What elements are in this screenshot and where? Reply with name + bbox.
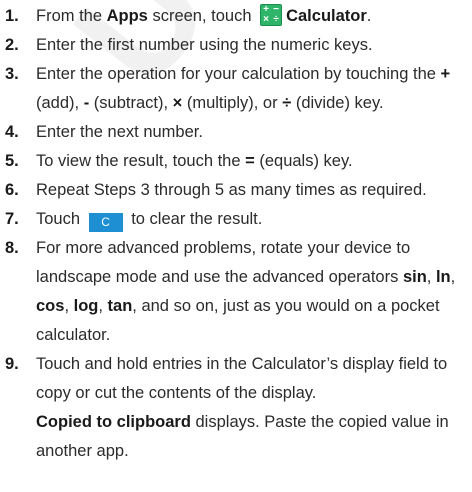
step-number: 8.	[5, 239, 19, 257]
add-operator: +	[440, 65, 451, 83]
divide-operator: ÷	[282, 94, 292, 112]
step-6: 6. Repeat Steps 3 through 5 as many time…	[0, 176, 472, 205]
calculator-app-icon: + − × ÷	[260, 4, 283, 26]
step-text: Enter the next number.	[36, 123, 203, 141]
step-number: 7.	[5, 210, 19, 228]
step-text: Repeat Steps 3 through 5 as many times a…	[36, 181, 427, 199]
step-5: 5. To view the result, touch the = (equa…	[0, 147, 472, 176]
step-9-result-note: Copied to clipboard displays. Paste the …	[36, 413, 449, 460]
clear-key-icon: C	[88, 213, 123, 232]
step-8: 8. For more advanced problems, rotate yo…	[0, 234, 472, 350]
instruction-list: 1. From the Apps screen, touch + − × ÷ Calcu…	[0, 0, 472, 466]
step-2: 2. Enter the first number using the nume…	[0, 31, 472, 60]
step-number: 1.	[5, 7, 19, 25]
step-number: 2.	[5, 36, 19, 54]
operator-ln: ln	[435, 268, 451, 286]
multiply-operator: ×	[172, 94, 183, 112]
step-9: 9. Touch and hold entries in the Calcula…	[0, 350, 472, 466]
calculator-label: Calculator	[286, 7, 367, 25]
operator-log: log	[73, 297, 99, 315]
copied-to-clipboard-label: Copied to clipboard	[36, 413, 191, 431]
step-number: 5.	[5, 152, 19, 170]
operator-sin: sin	[402, 268, 427, 286]
step-number: 3.	[5, 65, 19, 83]
apps-label: Apps	[106, 7, 148, 25]
step-text: Touch and hold entries in the Calculator…	[36, 355, 448, 402]
step-number: 9.	[5, 355, 19, 373]
step-4: 4. Enter the next number.	[0, 118, 472, 147]
operator-tan: tan	[107, 297, 133, 315]
equals-operator: =	[245, 152, 255, 170]
step-number: 6.	[5, 181, 19, 199]
operator-cos: cos	[36, 297, 65, 315]
step-3: 3. Enter the operation for your calculat…	[0, 60, 472, 118]
step-number: 4.	[5, 123, 19, 141]
step-7: 7. Touch C to clear the result.	[0, 205, 472, 234]
step-1: 1. From the Apps screen, touch + − × ÷ Calcu…	[0, 2, 472, 31]
step-text: Enter the first number using the numeric…	[36, 36, 373, 54]
